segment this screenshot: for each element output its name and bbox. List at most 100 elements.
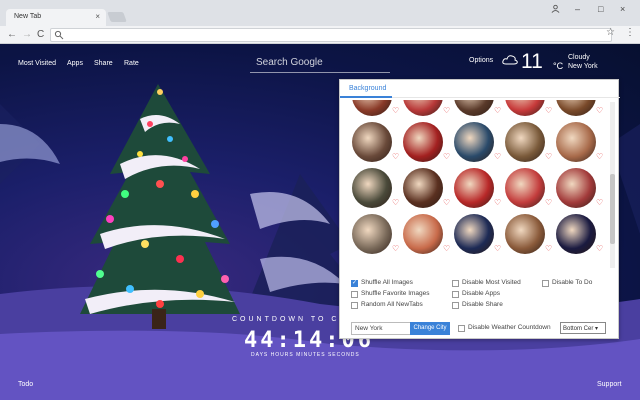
countdown-label: COUNTDOWN TO C	[232, 316, 340, 323]
address-bar[interactable]	[50, 28, 612, 42]
background-thumbnail[interactable]	[403, 168, 443, 208]
position-select[interactable]: Bottom Cer ▾	[560, 322, 606, 334]
background-thumbnail[interactable]	[403, 100, 443, 116]
shuffle-favorite-checkbox[interactable]	[351, 291, 358, 298]
forward-icon[interactable]: →	[22, 28, 32, 42]
favorite-heart-icon[interactable]: ♡	[494, 198, 501, 207]
favorite-heart-icon[interactable]: ♡	[443, 106, 450, 115]
countdown-units: DAYS HOURS MINUTES SECONDS	[251, 352, 360, 358]
menu-icon[interactable]: ⋮	[625, 27, 635, 38]
background-thumbnail[interactable]	[352, 122, 392, 162]
new-tab-button[interactable]	[107, 12, 127, 22]
disable-weather-countdown-label: Disable Weather Countdown	[468, 324, 551, 331]
browser-toolbar: ← → C ☆ ⋮	[0, 26, 640, 44]
favorite-heart-icon[interactable]: ♡	[392, 106, 399, 115]
background-thumbnail[interactable]	[505, 122, 545, 162]
most-visited-link[interactable]: Most Visited	[18, 60, 56, 67]
disable-apps-label: Disable Apps	[462, 290, 500, 297]
share-link[interactable]: Share	[94, 60, 113, 67]
options-panel: Background ♡ ♡ ♡ ♡ ♡ ♡ ♡ ♡ ♡ ♡ ♡ ♡ ♡ ♡ ♡ ♡ ♡ ♡ ♡ ♡ Shuffle …	[339, 79, 620, 339]
shuffle-all-checkbox[interactable]	[351, 279, 358, 287]
browser-titlebar: New Tab × – □ ×	[0, 0, 640, 26]
background-thumbnail[interactable]	[454, 168, 494, 208]
background-thumbnail[interactable]	[352, 100, 392, 116]
disable-share-label: Disable Share	[462, 301, 503, 308]
disable-most-visited-label: Disable Most Visited	[462, 279, 521, 286]
background-thumbnail[interactable]	[556, 168, 596, 208]
background-thumbnail[interactable]	[403, 214, 443, 254]
change-city-button[interactable]: Change City	[410, 322, 450, 335]
todo-link[interactable]: Todo	[18, 381, 33, 388]
options-button[interactable]: Options	[469, 57, 493, 64]
favorite-heart-icon[interactable]: ♡	[443, 152, 450, 161]
background-thumbnail[interactable]	[505, 214, 545, 254]
background-thumbnail[interactable]	[403, 122, 443, 162]
tab-underline	[340, 96, 392, 98]
back-icon[interactable]: ←	[7, 28, 17, 42]
search-icon	[54, 30, 64, 40]
favorite-heart-icon[interactable]: ♡	[596, 152, 603, 161]
disable-apps-checkbox[interactable]	[452, 291, 459, 298]
weather-city: New York	[568, 63, 598, 70]
support-link[interactable]: Support	[597, 381, 622, 388]
disable-todo-label: Disable To Do	[552, 279, 593, 286]
background-thumbnail[interactable]	[556, 100, 596, 116]
new-tab-page: Most Visited Apps Share Rate Search Goog…	[0, 44, 640, 400]
background-thumbnail[interactable]	[352, 214, 392, 254]
background-thumbnail[interactable]	[352, 168, 392, 208]
disable-share-checkbox[interactable]	[452, 302, 459, 309]
reload-icon[interactable]: C	[37, 28, 44, 42]
maximize-button[interactable]: □	[598, 4, 603, 14]
background-thumbnail[interactable]	[556, 214, 596, 254]
random-newtabs-checkbox[interactable]	[351, 302, 358, 309]
background-thumbnail[interactable]	[454, 214, 494, 254]
weather-condition: Cloudy	[568, 54, 590, 61]
tab-title: New Tab	[14, 13, 42, 20]
favorite-heart-icon[interactable]: ♡	[596, 244, 603, 253]
minimize-button[interactable]: –	[575, 4, 580, 14]
scrollbar-thumb[interactable]	[610, 174, 615, 244]
cloud-icon	[502, 55, 518, 65]
favorite-heart-icon[interactable]: ♡	[392, 152, 399, 161]
weather-description: Cloudy New York	[568, 53, 598, 71]
tab-close-icon[interactable]: ×	[95, 12, 100, 21]
favorite-heart-icon[interactable]: ♡	[443, 244, 450, 253]
background-thumbnail[interactable]	[505, 100, 545, 116]
favorite-heart-icon[interactable]: ♡	[494, 106, 501, 115]
city-input[interactable]: New York	[351, 322, 411, 335]
favorite-heart-icon[interactable]: ♡	[392, 244, 399, 253]
disable-weather-countdown-checkbox[interactable]	[458, 325, 465, 332]
tab-new-tab[interactable]: New Tab ×	[6, 9, 106, 26]
favorite-heart-icon[interactable]: ♡	[545, 244, 552, 253]
close-window-button[interactable]: ×	[620, 4, 625, 14]
favorite-heart-icon[interactable]: ♡	[494, 152, 501, 161]
temperature-value: 11	[521, 50, 543, 73]
favorite-heart-icon[interactable]: ♡	[545, 152, 552, 161]
tab-background[interactable]: Background	[349, 85, 386, 92]
thumbnails-scrollbar[interactable]	[610, 102, 615, 268]
panel-tabs: Background	[340, 80, 620, 98]
disable-todo-checkbox[interactable]	[542, 280, 549, 287]
favorite-heart-icon[interactable]: ♡	[545, 198, 552, 207]
apps-link[interactable]: Apps	[67, 60, 83, 67]
disable-most-visited-checkbox[interactable]	[452, 280, 459, 287]
favorite-heart-icon[interactable]: ♡	[392, 198, 399, 207]
search-google-input[interactable]: Search Google	[250, 51, 390, 73]
favorite-heart-icon[interactable]: ♡	[545, 106, 552, 115]
rate-link[interactable]: Rate	[124, 60, 139, 67]
background-thumbnail[interactable]	[556, 122, 596, 162]
shuffle-favorite-label: Shuffle Favorite Images	[361, 290, 430, 297]
random-newtabs-label: Random All NewTabs	[361, 301, 423, 308]
background-thumbnail[interactable]	[454, 122, 494, 162]
account-icon[interactable]	[551, 4, 560, 13]
background-thumbnail[interactable]	[454, 100, 494, 116]
temperature-unit: °C	[553, 61, 564, 71]
background-thumbnails: ♡ ♡ ♡ ♡ ♡ ♡ ♡ ♡ ♡ ♡ ♡ ♡ ♡ ♡ ♡ ♡ ♡ ♡ ♡ ♡	[346, 100, 608, 270]
favorite-heart-icon[interactable]: ♡	[494, 244, 501, 253]
bookmark-star-icon[interactable]: ☆	[606, 27, 615, 38]
favorite-heart-icon[interactable]: ♡	[596, 106, 603, 115]
shuffle-all-label: Shuffle All Images	[361, 279, 413, 286]
favorite-heart-icon[interactable]: ♡	[596, 198, 603, 207]
background-thumbnail[interactable]	[505, 168, 545, 208]
favorite-heart-icon[interactable]: ♡	[443, 198, 450, 207]
